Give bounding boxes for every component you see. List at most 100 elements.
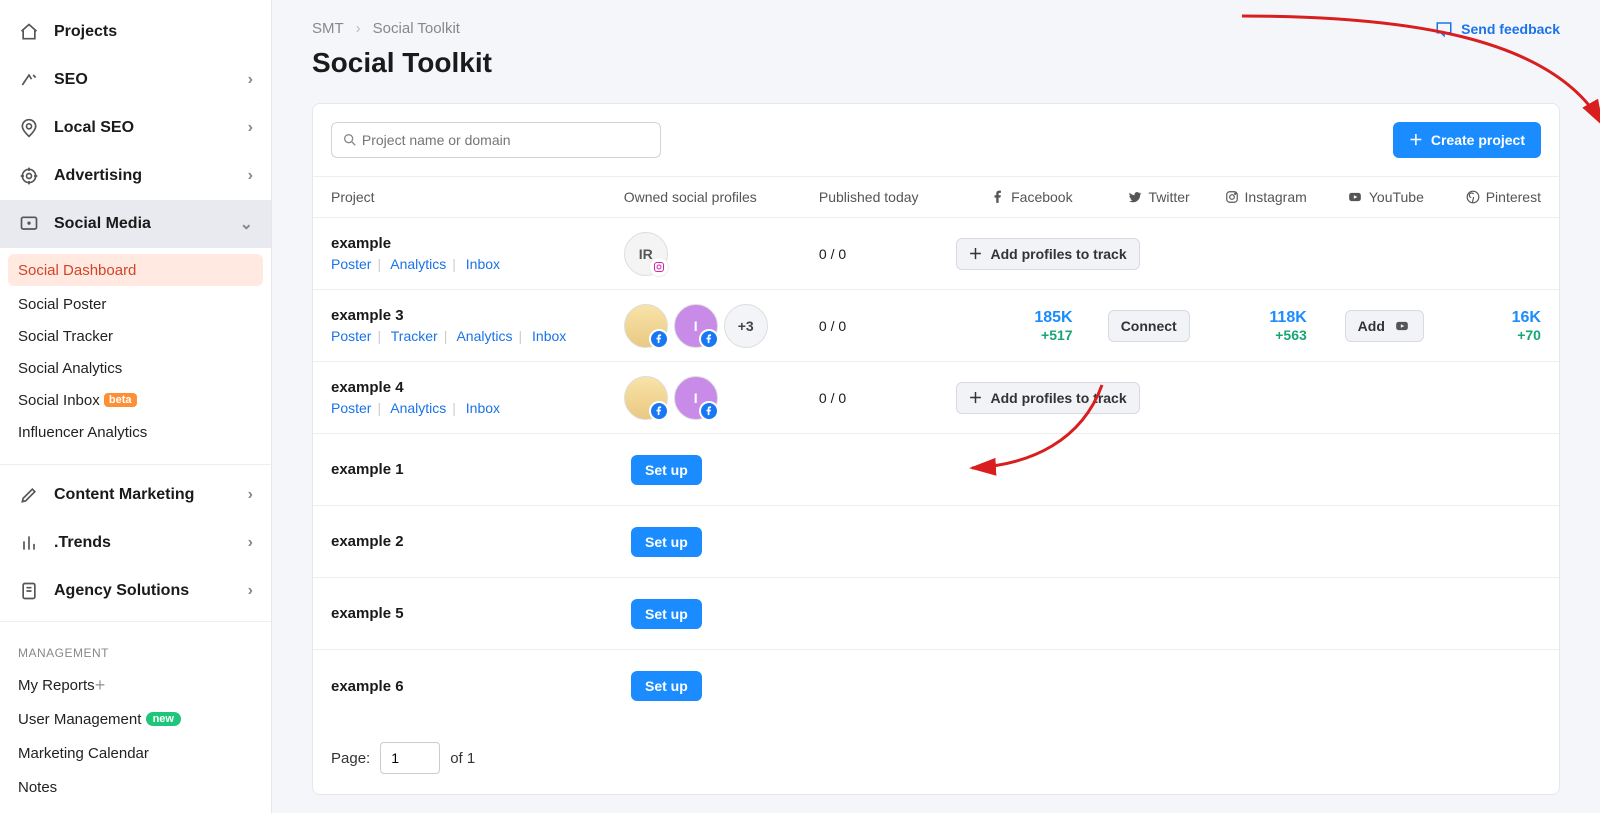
facebook-badge-icon bbox=[649, 329, 669, 349]
target-icon bbox=[18, 165, 40, 187]
main-content: SMT › Social Toolkit Social Toolkit Send… bbox=[272, 0, 1600, 813]
sidebar-item-content-marketing[interactable]: Content Marketing › bbox=[0, 471, 271, 519]
col-published: Published today bbox=[819, 189, 956, 205]
profile-avatar[interactable]: I bbox=[674, 304, 718, 348]
col-youtube: YouTube bbox=[1307, 189, 1424, 205]
page-suffix: of 1 bbox=[450, 750, 475, 767]
project-name[interactable]: example 1 bbox=[331, 461, 631, 478]
col-facebook: Facebook bbox=[956, 189, 1073, 205]
project-links: Poster| Tracker| Analytics| Inbox bbox=[331, 328, 624, 344]
youtube-icon bbox=[1393, 319, 1411, 333]
sidebar-my-reports[interactable]: My Reports + bbox=[0, 668, 271, 702]
chevron-right-icon: › bbox=[248, 167, 253, 185]
profile-avatar[interactable]: IR bbox=[624, 232, 668, 276]
facebook-badge-icon bbox=[699, 401, 719, 421]
col-pinterest: Pinterest bbox=[1424, 189, 1541, 205]
sidebar-sub-tracker[interactable]: Social Tracker bbox=[0, 320, 271, 352]
chevron-right-icon: › bbox=[248, 582, 253, 600]
project-name[interactable]: example bbox=[331, 235, 624, 252]
col-profiles: Owned social profiles bbox=[624, 189, 819, 205]
sidebar-sub-poster[interactable]: Social Poster bbox=[0, 288, 271, 320]
setup-button[interactable]: Set up bbox=[631, 527, 702, 557]
table-row: example 6 Set up bbox=[313, 650, 1559, 722]
plus-icon: ＋ bbox=[1409, 130, 1423, 150]
link-poster[interactable]: Poster bbox=[331, 256, 371, 272]
published-today: 0 / 0 bbox=[819, 246, 956, 262]
sidebar-item-trends[interactable]: .Trends › bbox=[0, 519, 271, 567]
link-poster[interactable]: Poster bbox=[331, 400, 371, 416]
sidebar-sub-influencer[interactable]: Influencer Analytics bbox=[0, 416, 271, 448]
profile-avatar[interactable] bbox=[624, 376, 668, 420]
setup-button[interactable]: Set up bbox=[631, 671, 702, 701]
setup-button[interactable]: Set up bbox=[631, 599, 702, 629]
sidebar-item-social-media[interactable]: Social Media ⌄ bbox=[0, 200, 271, 248]
link-tracker[interactable]: Tracker bbox=[391, 328, 438, 344]
pencil-icon bbox=[18, 484, 40, 506]
connect-twitter-button[interactable]: Connect bbox=[1108, 310, 1190, 342]
pin-icon bbox=[18, 117, 40, 139]
link-analytics[interactable]: Analytics bbox=[390, 400, 446, 416]
sidebar: Projects SEO › Local SEO › Advertising › bbox=[0, 0, 272, 813]
plus-icon[interactable]: + bbox=[95, 675, 106, 696]
sidebar-item-agency[interactable]: Agency Solutions › bbox=[0, 567, 271, 615]
create-project-button[interactable]: ＋ Create project bbox=[1393, 122, 1541, 158]
search-icon bbox=[342, 132, 358, 148]
sidebar-item-label: SEO bbox=[54, 71, 88, 89]
project-name[interactable]: example 4 bbox=[331, 379, 624, 396]
project-name[interactable]: example 6 bbox=[331, 678, 631, 695]
sidebar-item-projects[interactable]: Projects bbox=[0, 8, 271, 56]
col-instagram: Instagram bbox=[1190, 189, 1307, 205]
add-youtube-button[interactable]: Add bbox=[1345, 310, 1424, 342]
published-today: 0 / 0 bbox=[819, 318, 956, 334]
link-analytics[interactable]: Analytics bbox=[456, 328, 512, 344]
link-poster[interactable]: Poster bbox=[331, 328, 371, 344]
link-inbox[interactable]: Inbox bbox=[466, 400, 500, 416]
send-feedback-link[interactable]: Send feedback bbox=[1435, 20, 1560, 38]
sidebar-user-management[interactable]: User Management new bbox=[0, 702, 271, 736]
add-profiles-button[interactable]: ＋ Add profiles to track bbox=[956, 238, 1140, 270]
project-name[interactable]: example 3 bbox=[331, 307, 624, 324]
sidebar-item-seo[interactable]: SEO › bbox=[0, 56, 271, 104]
chevron-right-icon: › bbox=[248, 486, 253, 504]
sidebar-notes[interactable]: Notes bbox=[0, 770, 271, 804]
sidebar-item-advertising[interactable]: Advertising › bbox=[0, 152, 271, 200]
project-links: Poster| Analytics| Inbox bbox=[331, 400, 624, 416]
chevron-down-icon: ⌄ bbox=[240, 214, 253, 234]
facebook-icon bbox=[991, 190, 1005, 204]
add-profiles-button[interactable]: ＋ Add profiles to track bbox=[956, 382, 1140, 414]
projects-card: ＋ Create project Project Owned social pr… bbox=[312, 103, 1560, 795]
sidebar-item-local-seo[interactable]: Local SEO › bbox=[0, 104, 271, 152]
sidebar-sub-analytics[interactable]: Social Analytics bbox=[0, 352, 271, 384]
page-title: Social Toolkit bbox=[312, 47, 1560, 79]
social-media-submenu: Social Dashboard Social Poster Social Tr… bbox=[0, 248, 271, 458]
page-label: Page: bbox=[331, 750, 370, 767]
project-name[interactable]: example 2 bbox=[331, 533, 631, 550]
profile-avatar[interactable]: I bbox=[674, 376, 718, 420]
link-analytics[interactable]: Analytics bbox=[390, 256, 446, 272]
link-inbox[interactable]: Inbox bbox=[532, 328, 566, 344]
profile-overflow-count[interactable]: +3 bbox=[724, 304, 768, 348]
sidebar-item-label: Social Media bbox=[54, 215, 151, 233]
sidebar-sub-inbox[interactable]: Social Inbox beta bbox=[0, 384, 271, 416]
facebook-badge-icon bbox=[649, 401, 669, 421]
link-inbox[interactable]: Inbox bbox=[466, 256, 500, 272]
speech-icon bbox=[1435, 20, 1453, 38]
sidebar-marketing-calendar[interactable]: Marketing Calendar bbox=[0, 736, 271, 770]
setup-button[interactable]: Set up bbox=[631, 455, 702, 485]
project-name[interactable]: example 5 bbox=[331, 605, 631, 622]
search-input[interactable] bbox=[362, 132, 650, 148]
search-input-wrapper[interactable] bbox=[331, 122, 661, 158]
table-row: example 4 Poster| Analytics| Inbox I 0 /… bbox=[313, 362, 1559, 434]
breadcrumb-social-toolkit[interactable]: Social Toolkit bbox=[373, 20, 460, 37]
management-heading: MANAGEMENT bbox=[0, 628, 271, 668]
metric-pinterest: 16K +70 bbox=[1424, 309, 1541, 343]
published-today: 0 / 0 bbox=[819, 390, 956, 406]
chevron-right-icon: › bbox=[248, 71, 253, 89]
breadcrumb-smt[interactable]: SMT bbox=[312, 20, 344, 37]
chevron-right-icon: › bbox=[248, 534, 253, 552]
profile-avatar[interactable] bbox=[624, 304, 668, 348]
pagination: Page: of 1 bbox=[313, 722, 1559, 794]
page-input[interactable] bbox=[380, 742, 440, 774]
sidebar-sub-dashboard[interactable]: Social Dashboard bbox=[8, 254, 263, 286]
chevron-right-icon: › bbox=[248, 119, 253, 137]
